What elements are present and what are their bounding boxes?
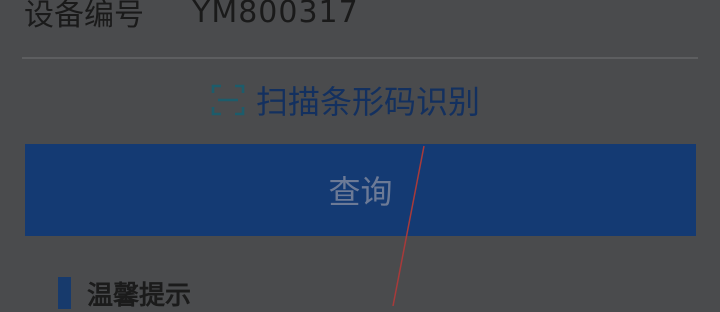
barcode-scan-icon bbox=[210, 82, 246, 118]
scan-barcode-link[interactable]: 扫描条形码识别 bbox=[210, 76, 480, 124]
device-number-value[interactable]: YM800317 bbox=[192, 0, 359, 30]
tips-header: 温馨提示 bbox=[58, 276, 191, 311]
divider bbox=[22, 57, 698, 59]
tips-marker bbox=[58, 277, 71, 309]
query-button[interactable]: 查询 bbox=[25, 144, 696, 236]
device-number-row: 设备编号 YM800317 bbox=[0, 0, 720, 38]
device-number-label: 设备编号 bbox=[24, 0, 144, 33]
scan-barcode-label: 扫描条形码识别 bbox=[256, 83, 481, 121]
